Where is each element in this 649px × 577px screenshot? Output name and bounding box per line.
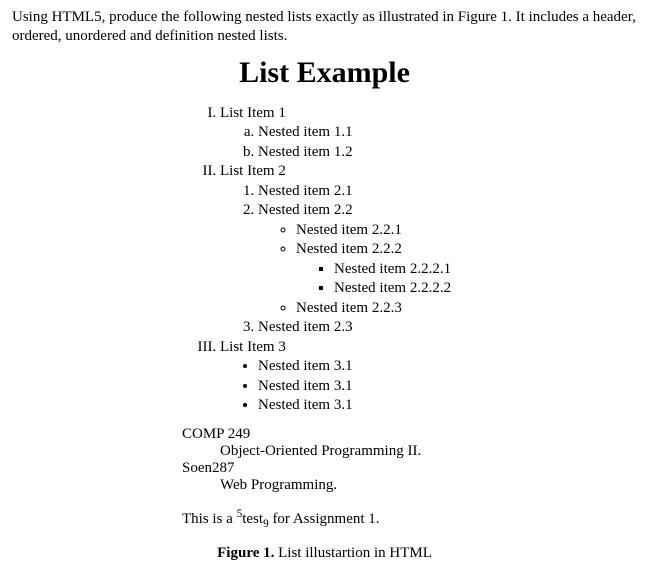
- list-item: Nested item 2.2.1: [296, 221, 637, 241]
- definition-term: COMP 249: [182, 426, 637, 443]
- top-ordered-list: List Item 1 Nested item 1.1 Nested item …: [182, 104, 637, 416]
- list-item: Nested item 3.1: [258, 377, 637, 397]
- page-heading: List Example: [12, 56, 637, 90]
- list-item: Nested item 2.2.2 Nested item 2.2.2.1 Ne…: [296, 240, 637, 299]
- definition-desc: Web Programming.: [220, 477, 637, 494]
- nested-list-disc: Nested item 3.1 Nested item 3.1 Nested i…: [220, 357, 637, 416]
- list-label: Nested item 2.2: [258, 202, 353, 218]
- list-label: List Item 3: [220, 339, 286, 355]
- note-text: This is a 5test9 for Assignment 1.: [182, 508, 637, 530]
- list-item: Nested item 2.2.2.1: [334, 260, 637, 280]
- nested-list-circle: Nested item 2.2.1 Nested item 2.2.2 Nest…: [258, 221, 637, 319]
- list-item: Nested item 1.2: [258, 143, 637, 163]
- note-part: for Assignment 1.: [269, 511, 380, 527]
- list-item: List Item 1 Nested item 1.1 Nested item …: [220, 104, 637, 163]
- list-item: Nested item 1.1: [258, 123, 637, 143]
- note-part: This is a: [182, 511, 237, 527]
- list-item: Nested item 2.3: [258, 318, 637, 338]
- caption-label: Figure 1.: [217, 545, 274, 561]
- list-item: List Item 3 Nested item 3.1 Nested item …: [220, 338, 637, 416]
- list-item: Nested item 3.1: [258, 396, 637, 416]
- list-label: List Item 2: [220, 163, 286, 179]
- caption-text: List illustartion in HTML: [274, 545, 432, 561]
- list-item: Nested item 2.1: [258, 182, 637, 202]
- list-item: Nested item 3.1: [258, 357, 637, 377]
- list-item: Nested item 2.2.2.2: [334, 279, 637, 299]
- list-label: List Item 1: [220, 105, 286, 121]
- figure-content: List Item 1 Nested item 1.1 Nested item …: [182, 104, 637, 530]
- nested-list-square: Nested item 2.2.2.1 Nested item 2.2.2.2: [296, 260, 637, 299]
- definition-list: COMP 249 Object-Oriented Programming II.…: [182, 426, 637, 494]
- list-item: List Item 2 Nested item 2.1 Nested item …: [220, 162, 637, 338]
- intro-text: Using HTML5, produce the following neste…: [12, 8, 637, 46]
- list-label: Nested item 2.2.2: [296, 241, 402, 257]
- list-item: Nested item 2.2 Nested item 2.2.1 Nested…: [258, 201, 637, 318]
- definition-term: Soen287: [182, 460, 637, 477]
- list-item: Nested item 2.2.3: [296, 299, 637, 319]
- nested-list-alpha: Nested item 1.1 Nested item 1.2: [220, 123, 637, 162]
- nested-list-decimal: Nested item 2.1 Nested item 2.2 Nested i…: [220, 182, 637, 338]
- definition-desc: Object-Oriented Programming II.: [220, 443, 637, 460]
- note-part: test: [242, 511, 263, 527]
- figure-caption: Figure 1. List illustartion in HTML: [12, 545, 637, 562]
